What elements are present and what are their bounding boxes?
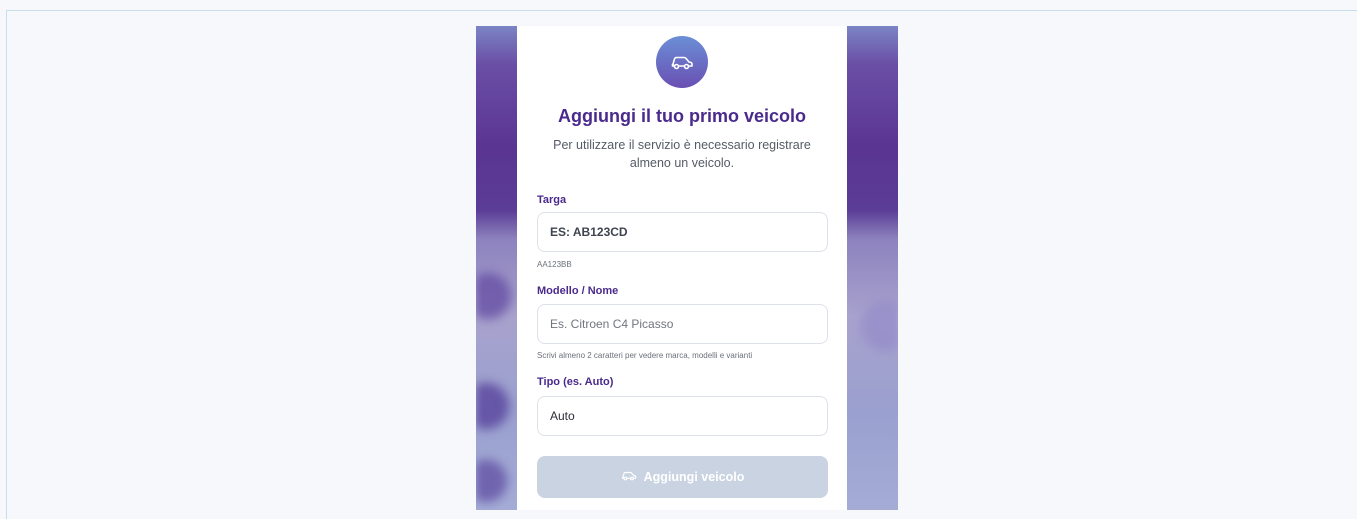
add-vehicle-button-label: Aggiungi veicolo (643, 470, 745, 484)
type-label: Tipo (es. Auto) (537, 376, 614, 388)
plate-hint: AA123BB (537, 260, 572, 269)
plate-label: Targa (537, 194, 567, 206)
add-vehicle-dialog: Aggiungi il tuo primo veicolo Per utiliz… (517, 26, 847, 510)
dialog-subtitle: Per utilizzare il servizio è necessario … (553, 138, 811, 170)
model-label: Modello / Nome (537, 285, 619, 297)
car-icon (621, 470, 637, 484)
plate-input[interactable] (537, 212, 828, 252)
car-icon (656, 36, 708, 88)
type-input[interactable] (537, 396, 828, 436)
model-hint: Scrivi almeno 2 caratteri per vedere mar… (537, 351, 753, 360)
add-vehicle-button[interactable]: Aggiungi veicolo (537, 456, 828, 498)
model-input[interactable] (537, 304, 828, 344)
dialog-title: Aggiungi il tuo primo veicolo (558, 106, 806, 126)
